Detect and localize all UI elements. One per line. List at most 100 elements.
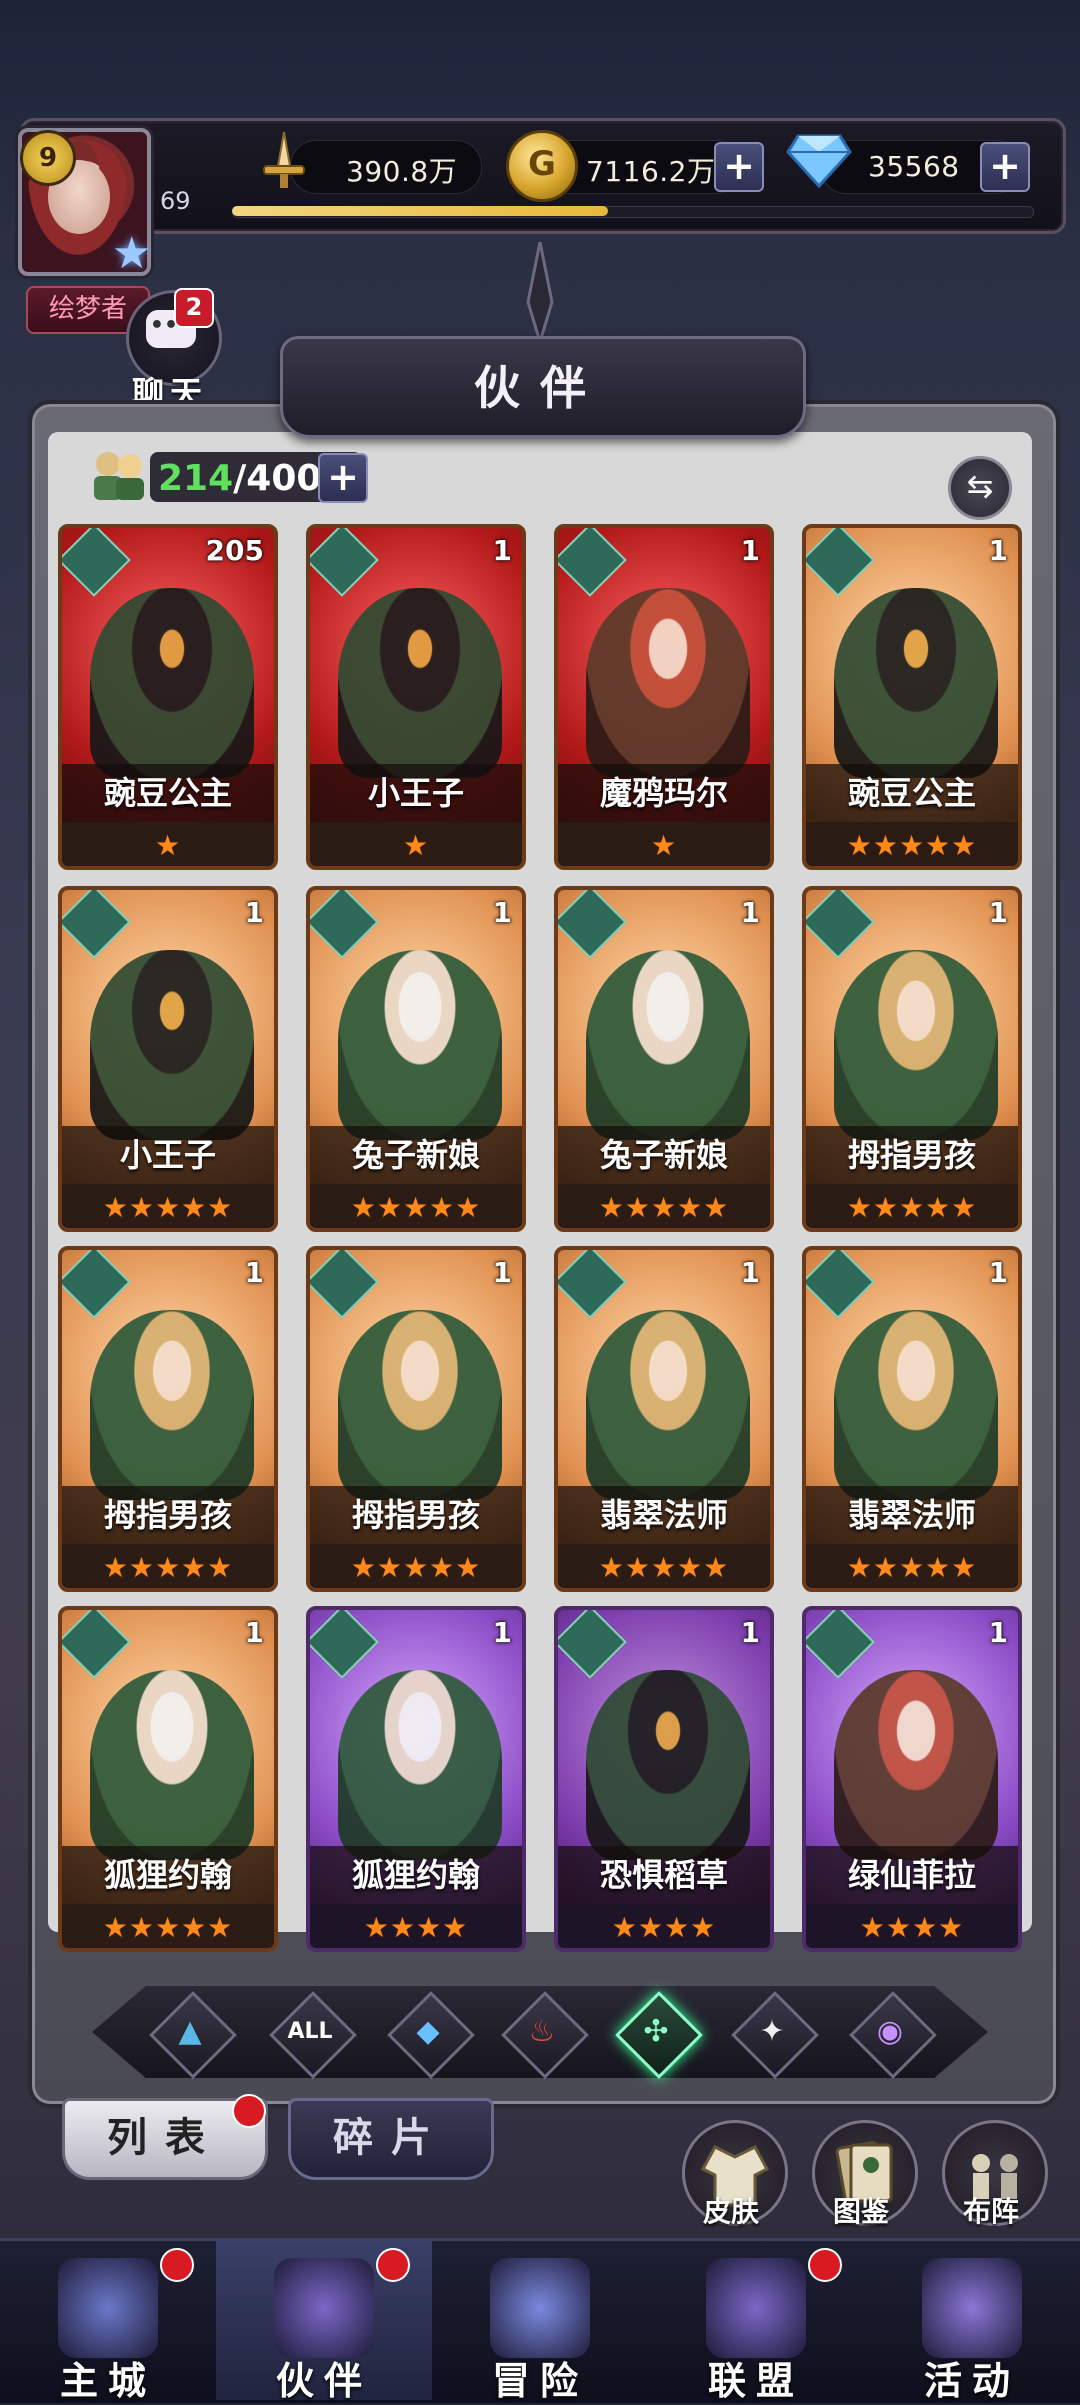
xp-bar-fill [232, 206, 608, 216]
wind-element-icon [806, 1610, 875, 1679]
partner-name: 拇指男孩 [103, 1496, 232, 1534]
partner-card[interactable]: 1 拇指男孩 ★★★★★ [58, 1246, 278, 1592]
element-filter-button[interactable]: ✦ [731, 1991, 819, 2079]
sort-swap-button[interactable]: ⇆ [948, 456, 1012, 520]
partner-card[interactable]: 1 绿仙菲拉 ★★★★ [802, 1606, 1022, 1952]
partner-card[interactable]: 1 翡翠法师 ★★★★★ [554, 1246, 774, 1592]
all-elements-icon: ALL [287, 2019, 333, 2044]
partner-count: 1 [740, 534, 760, 567]
partner-card[interactable]: 1 兔子新娘 ★★★★★ [306, 886, 526, 1232]
partner-card[interactable]: 1 狐狸约翰 ★★★★ [306, 1606, 526, 1952]
element-filter-button[interactable]: ✣ [615, 1991, 703, 2079]
chat-unread-badge: 2 [174, 288, 214, 328]
partner-count: 1 [988, 1616, 1008, 1649]
element-filter-button[interactable]: ◉ [849, 1991, 937, 2079]
list-tab-notification-dot [232, 2094, 266, 2128]
compass-icon [490, 2258, 590, 2358]
partner-card[interactable]: 1 恐惧稻草 ★★★★ [554, 1606, 774, 1952]
wind-element-icon [310, 1250, 379, 1319]
partner-card[interactable]: 1 兔子新娘 ★★★★★ [554, 886, 774, 1232]
nav-notification-dot [808, 2248, 842, 2282]
partner-portrait [834, 950, 998, 1140]
water-element-icon: ▲ [178, 2014, 202, 2049]
tab-fragments[interactable]: 碎片 [288, 2098, 494, 2180]
dark-element-icon: ◉ [876, 2014, 904, 2049]
gold-value: 7116.2万 [586, 155, 716, 188]
wind-element-icon [806, 890, 875, 959]
partner-card[interactable]: 1 魔鸦玛尔 ★ [554, 524, 774, 870]
partner-count: 1 [740, 1616, 760, 1649]
wind-element-icon [62, 890, 131, 959]
partner-card[interactable]: 1 拇指男孩 ★★★★★ [306, 1246, 526, 1592]
partner-stars: ★ [650, 829, 678, 862]
nav-item[interactable]: 冒险 [432, 2240, 648, 2403]
nav-item[interactable]: 活动 [864, 2240, 1080, 2403]
partner-card[interactable]: 1 狐狸约翰 ★★★★★ [58, 1606, 278, 1952]
witch-hat-icon [274, 2258, 374, 2358]
wind-element-icon [310, 528, 379, 597]
partner-count: 1 [740, 896, 760, 929]
nav-label: 主城 [59, 2359, 156, 2403]
nav-label: 联盟 [707, 2359, 804, 2403]
sword-power-icon [263, 131, 305, 188]
element-filter-button[interactable]: ♨ [501, 1991, 589, 2079]
wind-element-icon [558, 890, 627, 959]
partner-portrait [338, 588, 502, 778]
partner-name: 拇指男孩 [847, 1136, 976, 1174]
spire-ornament-icon [526, 242, 554, 342]
partner-stars: ★★★★ [859, 1911, 965, 1944]
partner-stars: ★★★★★ [350, 1551, 482, 1584]
partner-card[interactable]: 1 豌豆公主 ★★★★★ [802, 524, 1022, 870]
gold-coin-icon: G [506, 130, 578, 202]
xp-number: 69 [160, 187, 191, 215]
wind-element-icon [62, 1250, 131, 1319]
capacity-current: 214 [158, 458, 234, 499]
partner-count: 1 [492, 1256, 512, 1289]
formation-label: 布阵 [962, 2195, 1019, 2228]
partner-portrait [834, 588, 998, 778]
add-gems-button[interactable]: + [980, 142, 1030, 192]
partner-card[interactable]: 1 小王子 ★★★★★ [58, 886, 278, 1232]
light-element-icon: ✦ [759, 2014, 785, 2049]
codex-label: 图鉴 [832, 2195, 889, 2228]
partner-card[interactable]: 205 豌豆公主 ★ [58, 524, 278, 870]
page-title: 伙伴 [474, 361, 606, 415]
nav-item[interactable]: 联盟 [648, 2240, 864, 2403]
partner-stars: ★★★★★ [350, 1191, 482, 1224]
drop-element-icon: ◆ [416, 2014, 440, 2049]
partner-portrait [586, 588, 750, 778]
partner-stars: ★★★★ [611, 1911, 717, 1944]
partner-portrait [338, 1670, 502, 1860]
partner-name: 狐狸约翰 [351, 1856, 480, 1894]
partner-count: 1 [988, 896, 1008, 929]
partner-stars: ★★★★★ [102, 1551, 234, 1584]
partner-card[interactable]: 1 小王子 ★ [306, 524, 526, 870]
partner-name: 翡翠法师 [847, 1496, 976, 1534]
expand-capacity-button[interactable]: + [318, 453, 368, 503]
cards-icon [922, 2258, 1022, 2358]
partner-stars: ★★★★★ [598, 1551, 730, 1584]
skin-label: 皮肤 [702, 2195, 759, 2228]
partner-portrait [834, 1310, 998, 1500]
partner-portrait [338, 950, 502, 1140]
element-filter-button[interactable]: ▲ [149, 1991, 237, 2079]
element-filter-button[interactable]: ALL [269, 1991, 357, 2079]
partner-count: 1 [740, 1256, 760, 1289]
partner-card[interactable]: 1 拇指男孩 ★★★★★ [802, 886, 1022, 1232]
wind-element-icon: ✣ [643, 2014, 669, 2049]
nav-item[interactable]: 伙伴 [216, 2240, 432, 2403]
partner-card[interactable]: 1 翡翠法师 ★★★★★ [802, 1246, 1022, 1592]
partner-portrait [834, 1670, 998, 1860]
partner-count: 1 [492, 1616, 512, 1649]
add-gold-button[interactable]: + [714, 142, 764, 192]
nav-item[interactable]: 主城 [0, 2240, 216, 2403]
power-value: 390.8万 [346, 155, 458, 188]
wind-element-icon [310, 890, 379, 959]
partner-portrait [90, 588, 254, 778]
partner-portrait [90, 950, 254, 1140]
partner-count: 1 [492, 896, 512, 929]
partner-stars: ★ [402, 829, 430, 862]
element-filter-button[interactable]: ◆ [387, 1991, 475, 2079]
partner-portrait [90, 1310, 254, 1500]
partner-stars: ★★★★★ [102, 1191, 234, 1224]
